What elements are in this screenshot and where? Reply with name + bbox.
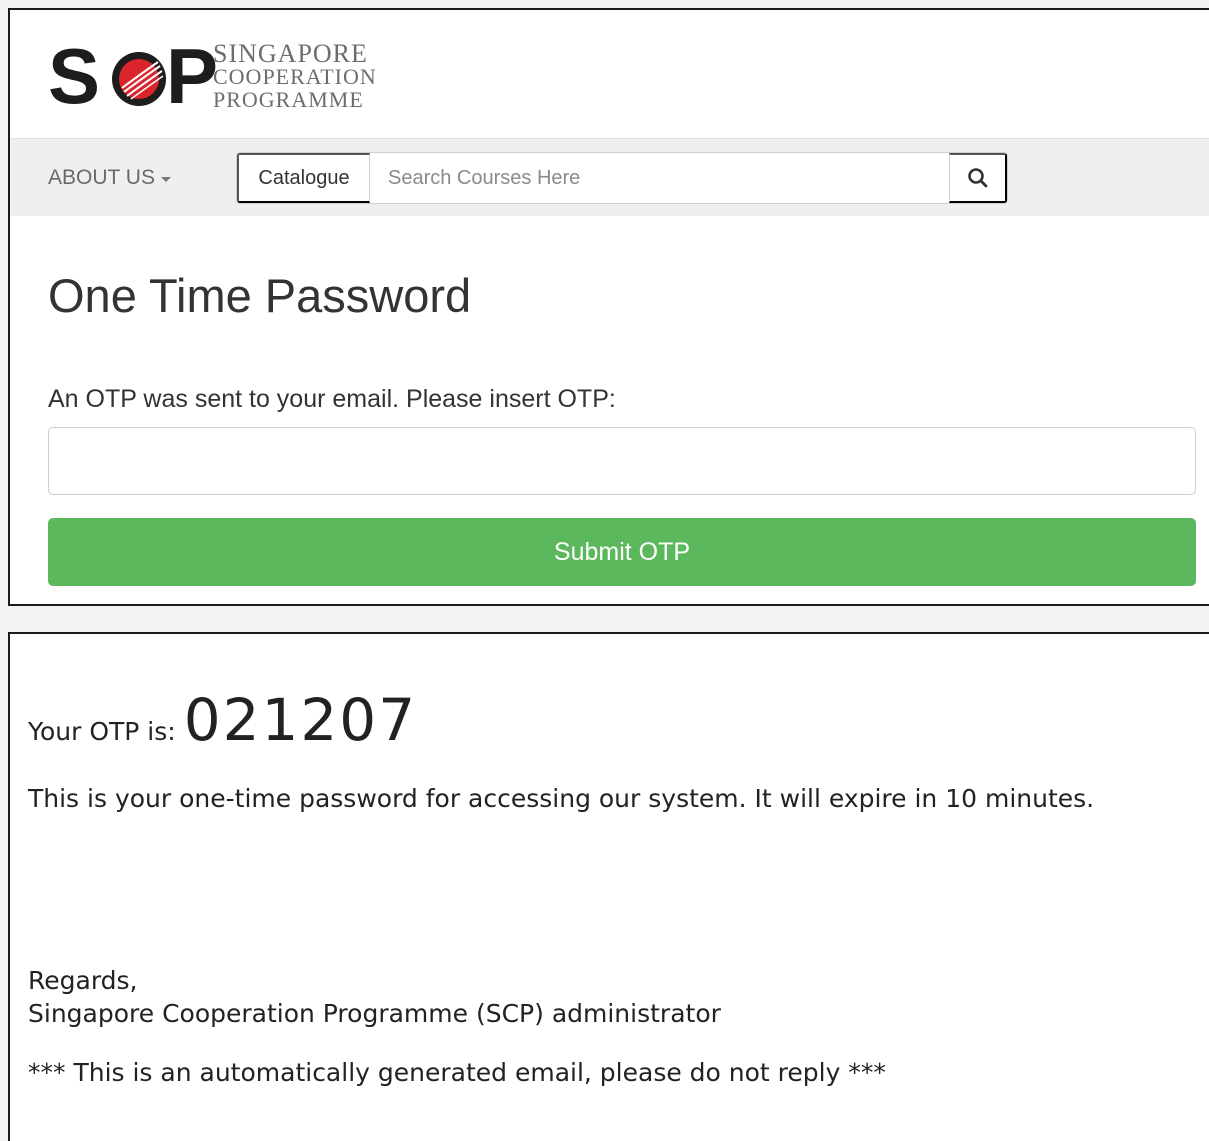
otp-field-label: An OTP was sent to your email. Please in… [48, 385, 616, 413]
otp-prefix-text: Your OTP is: [28, 717, 176, 746]
page-title: One Time Password [48, 269, 472, 322]
navbar: ABOUT US Catalogue [10, 138, 1209, 216]
catalogue-button[interactable]: Catalogue [237, 153, 370, 203]
scp-logo-mark: S P [48, 34, 218, 120]
logo-line-cooperation: COOPERATION [213, 64, 377, 89]
email-signoff: Regards, Singapore Cooperation Programme… [28, 964, 721, 1030]
logo-wordmark: SINGAPORE COOPERATION PROGRAMME [213, 39, 377, 112]
logo-letter-s: S [48, 32, 101, 120]
logo-globe-icon [112, 52, 166, 106]
course-search-group: Catalogue [236, 152, 1008, 204]
otp-line: Your OTP is: 021207 [28, 686, 417, 754]
otp-input[interactable] [48, 427, 1196, 495]
otp-description: This is your one-time password for acces… [28, 784, 1095, 813]
search-button[interactable] [949, 153, 1007, 203]
scp-logo[interactable]: S P SINGAPORE COOPERATION PROGRAMME [48, 34, 388, 124]
about-us-dropdown[interactable]: ABOUT US [48, 166, 171, 190]
submit-otp-button[interactable]: Submit OTP [48, 518, 1196, 586]
site-header: S P SINGAPORE COOPERATION PROGRAMME [10, 10, 1209, 138]
auto-generated-note: *** This is an automatically generated e… [28, 1058, 886, 1087]
caret-down-icon [160, 177, 171, 182]
search-courses-input[interactable] [370, 153, 949, 203]
logo-letter-p: P [166, 32, 219, 120]
otp-code: 021207 [183, 686, 418, 754]
regards-text: Regards, [28, 966, 138, 995]
logo-line-singapore: SINGAPORE [213, 39, 368, 68]
logo-line-programme: PROGRAMME [213, 87, 364, 112]
website-panel: S P SINGAPORE COOPERATION PROGRAMME ABOU [8, 8, 1209, 606]
about-us-label: ABOUT US [48, 166, 155, 189]
search-icon [967, 168, 987, 188]
signature-text: Singapore Cooperation Programme (SCP) ad… [28, 999, 721, 1028]
email-panel: Your OTP is: 021207 This is your one-tim… [8, 632, 1209, 1141]
